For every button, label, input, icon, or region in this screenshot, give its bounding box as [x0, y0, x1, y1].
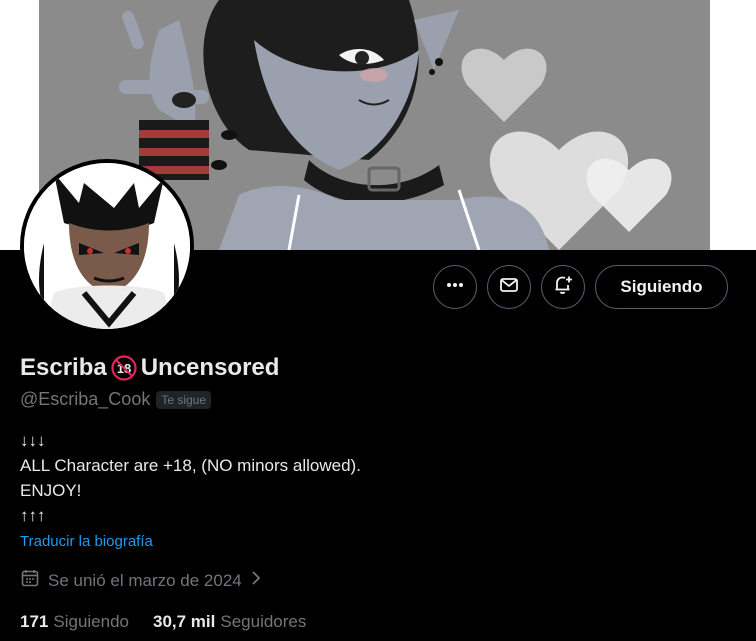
display-name-part1: Escriba [20, 354, 107, 381]
bio-line: ALL Character are +18, (NO minors allowe… [20, 456, 361, 475]
followers-count: 30,7 mil [153, 612, 216, 631]
avatar[interactable] [20, 159, 194, 333]
avatar-image [24, 163, 190, 329]
message-button[interactable] [487, 265, 531, 309]
following-count: 171 [20, 612, 49, 631]
follow-stats: 171 Siguiendo 30,7 mil Seguidores [20, 612, 306, 632]
no-under-18-icon: 18 [111, 355, 137, 381]
chevron-right-icon [250, 569, 262, 592]
bio: ↓↓↓ ALL Character are +18, (NO minors al… [20, 428, 361, 528]
joined-date-text: Se unió el marzo de 2024 [48, 570, 242, 590]
follows-you-badge: Te sigue [156, 390, 212, 409]
handle: @Escriba_Cook [20, 389, 151, 409]
display-name: Escriba 18 Uncensored [20, 354, 279, 382]
more-horizontal-icon [445, 275, 465, 300]
display-name-part2: Uncensored [140, 354, 280, 381]
following-label: Siguiendo [53, 612, 129, 631]
more-button[interactable] [433, 265, 477, 309]
joined-date-row[interactable]: Se unió el marzo de 2024 [20, 568, 262, 593]
handle-row: @Escriba_Cook Te sigue [20, 389, 212, 410]
profile-page: Siguiendo Escriba 18 Uncensored @Escriba… [0, 0, 756, 641]
followers-stat[interactable]: 30,7 mil Seguidores [153, 612, 306, 632]
notifications-button[interactable] [541, 265, 585, 309]
bio-line: ENJOY! [20, 481, 82, 500]
bio-line: ↓↓↓ [20, 431, 46, 450]
calendar-icon [20, 568, 40, 593]
translate-bio-link[interactable]: Traducir la biografía [20, 533, 153, 550]
bio-line: ↑↑↑ [20, 506, 46, 525]
envelope-icon [499, 275, 519, 300]
profile-actions: Siguiendo [433, 265, 728, 309]
following-stat[interactable]: 171 Siguiendo [20, 612, 129, 632]
bell-plus-icon [552, 274, 574, 301]
followers-label: Seguidores [220, 612, 307, 631]
following-button[interactable]: Siguiendo [595, 265, 728, 309]
